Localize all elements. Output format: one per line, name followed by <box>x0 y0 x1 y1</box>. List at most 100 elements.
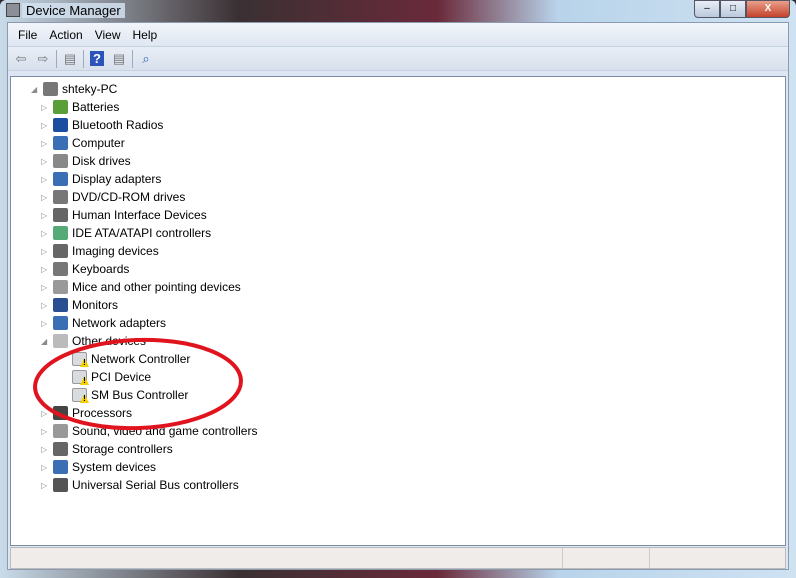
device-category-icon <box>53 460 68 474</box>
tree-item-label: Network adapters <box>72 316 167 330</box>
expand-icon[interactable]: ▷ <box>41 211 49 220</box>
tree-item-category[interactable]: ▷ Disk drives <box>41 152 131 170</box>
tree-item-category[interactable]: ▷ Display adapters <box>41 170 161 188</box>
tree-item-device[interactable]: Network Controller <box>72 350 190 368</box>
tree-item-category[interactable]: ▷ Human Interface Devices <box>41 206 207 224</box>
tree-item-label: Network Controller <box>91 352 191 366</box>
forward-arrow-icon: ⇨ <box>37 50 49 66</box>
toolbar-separator <box>83 49 84 68</box>
maximize-button[interactable]: □ <box>720 0 746 18</box>
toolbar-separator <box>56 49 57 68</box>
tree-item-category[interactable]: ▷ Keyboards <box>41 260 129 278</box>
tree-item-label: Storage controllers <box>72 442 173 456</box>
tree-item-category[interactable]: ▷ Bluetooth Radios <box>41 116 163 134</box>
tree-item-device[interactable]: SM Bus Controller <box>72 386 188 404</box>
tree-item-category[interactable]: ▷ Imaging devices <box>41 242 159 260</box>
menu-bar: File Action View Help <box>8 23 788 47</box>
expand-icon[interactable]: ▷ <box>41 409 49 418</box>
tree-item-category[interactable]: ▷ Monitors <box>41 296 118 314</box>
expand-icon[interactable]: ▷ <box>41 193 49 202</box>
status-bar <box>10 547 786 569</box>
tree-item-label: Keyboards <box>72 262 130 276</box>
device-category-icon <box>53 334 68 348</box>
back-arrow-icon: ⇦ <box>15 50 27 66</box>
show-action-pane-icon: ▤ <box>112 50 126 66</box>
expand-icon[interactable]: ▷ <box>41 247 49 256</box>
tree-item-category[interactable]: ▷ Processors <box>41 404 132 422</box>
tree-item-category[interactable]: ▷ Computer <box>41 134 125 152</box>
window-title: Device Manager <box>22 3 125 18</box>
expand-icon[interactable]: ▷ <box>41 427 49 436</box>
expand-icon[interactable]: ▷ <box>41 175 49 184</box>
expand-icon[interactable]: ▷ <box>41 157 49 166</box>
collapse-icon[interactable]: ◢ <box>41 337 49 346</box>
tree-item-category[interactable]: ▷ System devices <box>41 458 156 476</box>
tree-item-device[interactable]: PCI Device <box>72 368 151 386</box>
warning-device-icon <box>72 370 87 384</box>
tree-item-category[interactable]: ◢ Other devices <box>41 332 146 350</box>
collapse-icon[interactable]: ◢ <box>31 85 39 94</box>
tree-item-label: Universal Serial Bus controllers <box>72 478 239 492</box>
show-hide-console-tree-icon: ▤ <box>63 50 77 66</box>
device-category-icon <box>53 190 68 204</box>
help-icon: ? <box>90 51 104 66</box>
warning-device-icon <box>72 352 87 366</box>
expand-icon[interactable]: ▷ <box>41 445 49 454</box>
device-category-icon <box>53 100 68 114</box>
device-category-icon <box>53 298 68 312</box>
tree-item-label: System devices <box>72 460 157 474</box>
expand-icon[interactable]: ▷ <box>41 103 49 112</box>
menu-help[interactable]: Help <box>127 28 164 42</box>
tree-item-category[interactable]: ▷ Storage controllers <box>41 440 173 458</box>
tree-root-computer[interactable]: ◢ shteky-PC <box>31 80 117 98</box>
tree-item-label: Processors <box>72 406 133 420</box>
expand-icon[interactable]: ▷ <box>41 139 49 148</box>
tree-item-label: Batteries <box>72 100 120 114</box>
menu-action[interactable]: Action <box>43 28 88 42</box>
show-action-pane-button[interactable]: ▤ <box>110 50 128 68</box>
tree-item-category[interactable]: ▷ DVD/CD-ROM drives <box>41 188 185 206</box>
expand-icon[interactable]: ▷ <box>41 301 49 310</box>
toolbar-separator <box>132 49 133 68</box>
expand-icon[interactable]: ▷ <box>41 481 49 490</box>
tree-item-label: Human Interface Devices <box>72 208 207 222</box>
tree-item-label: Display adapters <box>72 172 162 186</box>
forward-arrow-button[interactable]: ⇨ <box>34 50 52 68</box>
tree-item-label: Mice and other pointing devices <box>72 280 241 294</box>
expand-icon[interactable]: ▷ <box>41 265 49 274</box>
device-category-icon <box>53 244 68 258</box>
menu-file[interactable]: File <box>12 28 43 42</box>
device-category-icon <box>53 136 68 150</box>
device-tree[interactable]: ◢ shteky-PC ▷ Batteries ▷ Bluetooth Radios ▷ Co… <box>10 76 786 546</box>
close-button[interactable]: X <box>746 0 790 18</box>
device-category-icon <box>53 118 68 132</box>
expand-icon[interactable]: ▷ <box>41 121 49 130</box>
warning-device-icon <box>72 388 87 402</box>
back-arrow-button[interactable]: ⇦ <box>12 50 30 68</box>
toolbar: ⇦ ⇨ ▤? ▤ ⌕ <box>8 47 788 71</box>
tree-item-category[interactable]: ▷ Sound, video and game controllers <box>41 422 257 440</box>
tree-item-category[interactable]: ▷ IDE ATA/ATAPI controllers <box>41 224 211 242</box>
tree-item-label: Other devices <box>72 334 147 348</box>
tree-item-label: Bluetooth Radios <box>72 118 164 132</box>
tree-item-label: Imaging devices <box>72 244 159 258</box>
menu-view[interactable]: View <box>89 28 127 42</box>
expand-icon[interactable]: ▷ <box>41 283 49 292</box>
help-button[interactable]: ? <box>88 50 106 68</box>
tree-item-category[interactable]: ▷ Batteries <box>41 98 119 116</box>
expand-icon[interactable]: ▷ <box>41 319 49 328</box>
scan-hardware-icon: ⌕ <box>142 50 150 66</box>
status-pane-main <box>11 548 563 568</box>
expand-icon[interactable]: ▷ <box>41 463 49 472</box>
scan-hardware-button[interactable]: ⌕ <box>137 50 155 68</box>
device-category-icon <box>53 172 68 186</box>
tree-item-category[interactable]: ▷ Mice and other pointing devices <box>41 278 241 296</box>
title-bar: Device Manager – □ X <box>0 0 796 22</box>
tree-item-category[interactable]: ▷ Universal Serial Bus controllers <box>41 476 239 494</box>
device-category-icon <box>53 442 68 456</box>
minimize-button[interactable]: – <box>694 0 720 18</box>
tree-item-label: Computer <box>72 136 125 150</box>
tree-item-category[interactable]: ▷ Network adapters <box>41 314 166 332</box>
expand-icon[interactable]: ▷ <box>41 229 49 238</box>
show-hide-console-tree-button[interactable]: ▤ <box>61 50 79 68</box>
